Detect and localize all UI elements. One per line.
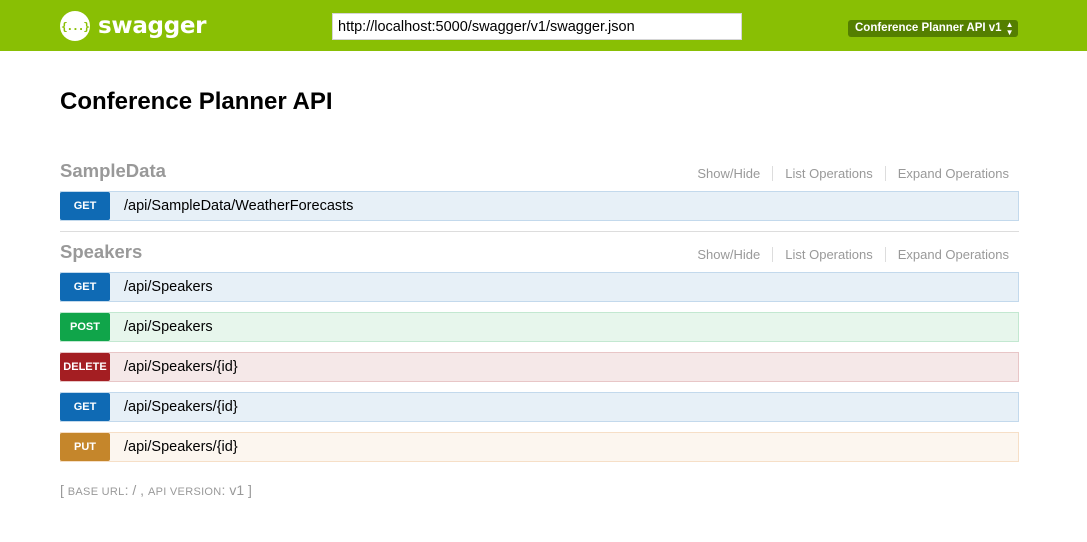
spec-select-label: Conference Planner API v1: [855, 22, 1002, 34]
swagger-logo-icon: {...}: [60, 11, 90, 41]
api-info-footer: [ base url: / , api version: v1 ]: [60, 482, 252, 498]
operation-path[interactable]: /api/SampleData/WeatherForecasts: [124, 198, 353, 214]
operation-row[interactable]: GET /api/Speakers/{id}: [60, 392, 1019, 422]
operation-row[interactable]: PUT /api/Speakers/{id}: [60, 432, 1019, 462]
operation-row[interactable]: DELETE /api/Speakers/{id}: [60, 352, 1019, 382]
footer-open-bracket: [: [60, 482, 64, 498]
base-url-label: base url: [67, 486, 125, 498]
expand-operations-link[interactable]: Expand Operations: [884, 166, 1009, 181]
method-badge-get[interactable]: GET: [60, 393, 110, 421]
resource-speakers: Speakers Show/Hide List Operations Expan…: [60, 241, 1019, 462]
resource-name[interactable]: Speakers: [60, 241, 142, 263]
resource-heading: Speakers Show/Hide List Operations Expan…: [60, 241, 1019, 269]
operation-path[interactable]: /api/Speakers/{id}: [124, 359, 238, 375]
show-hide-link[interactable]: Show/Hide: [697, 247, 772, 262]
list-operations-link[interactable]: List Operations: [772, 166, 884, 181]
method-badge-post[interactable]: POST: [60, 313, 110, 341]
operation-row[interactable]: GET /api/Speakers: [60, 272, 1019, 302]
resource-sampledata: SampleData Show/Hide List Operations Exp…: [60, 160, 1019, 221]
header-bar: {...} swagger Conference Planner API v1 …: [0, 0, 1087, 51]
expand-operations-link[interactable]: Expand Operations: [884, 247, 1009, 262]
resource-divider: [60, 231, 1019, 232]
spec-url-input[interactable]: [332, 13, 742, 40]
footer-close-bracket: ]: [248, 482, 252, 498]
operation-row[interactable]: POST /api/Speakers: [60, 312, 1019, 342]
list-operations-link[interactable]: List Operations: [772, 247, 884, 262]
swagger-logo[interactable]: {...} swagger: [60, 11, 207, 41]
page-title: Conference Planner API: [60, 88, 333, 115]
show-hide-link[interactable]: Show/Hide: [697, 166, 772, 181]
operation-path[interactable]: /api/Speakers: [124, 279, 213, 295]
api-version-value: v1: [229, 482, 245, 498]
method-badge-get[interactable]: GET: [60, 273, 110, 301]
resource-actions: Show/Hide List Operations Expand Operati…: [697, 247, 1009, 262]
method-badge-get[interactable]: GET: [60, 192, 110, 220]
method-badge-delete[interactable]: DELETE: [60, 353, 110, 381]
spec-version-select[interactable]: Conference Planner API v1 ▲ ▼: [848, 20, 1018, 37]
api-version-label: api version: [147, 486, 222, 498]
select-arrows-icon: ▲ ▼: [1005, 19, 1014, 37]
operation-path[interactable]: /api/Speakers: [124, 319, 213, 335]
operation-path[interactable]: /api/Speakers/{id}: [124, 439, 238, 455]
operation-path[interactable]: /api/Speakers/{id}: [124, 399, 238, 415]
resource-name[interactable]: SampleData: [60, 160, 166, 182]
resource-heading: SampleData Show/Hide List Operations Exp…: [60, 160, 1019, 188]
resource-actions: Show/Hide List Operations Expand Operati…: [697, 166, 1009, 181]
logo-text: swagger: [98, 13, 207, 39]
base-url-value: /: [132, 482, 137, 498]
operation-row[interactable]: GET /api/SampleData/WeatherForecasts: [60, 191, 1019, 221]
method-badge-put[interactable]: PUT: [60, 433, 110, 461]
